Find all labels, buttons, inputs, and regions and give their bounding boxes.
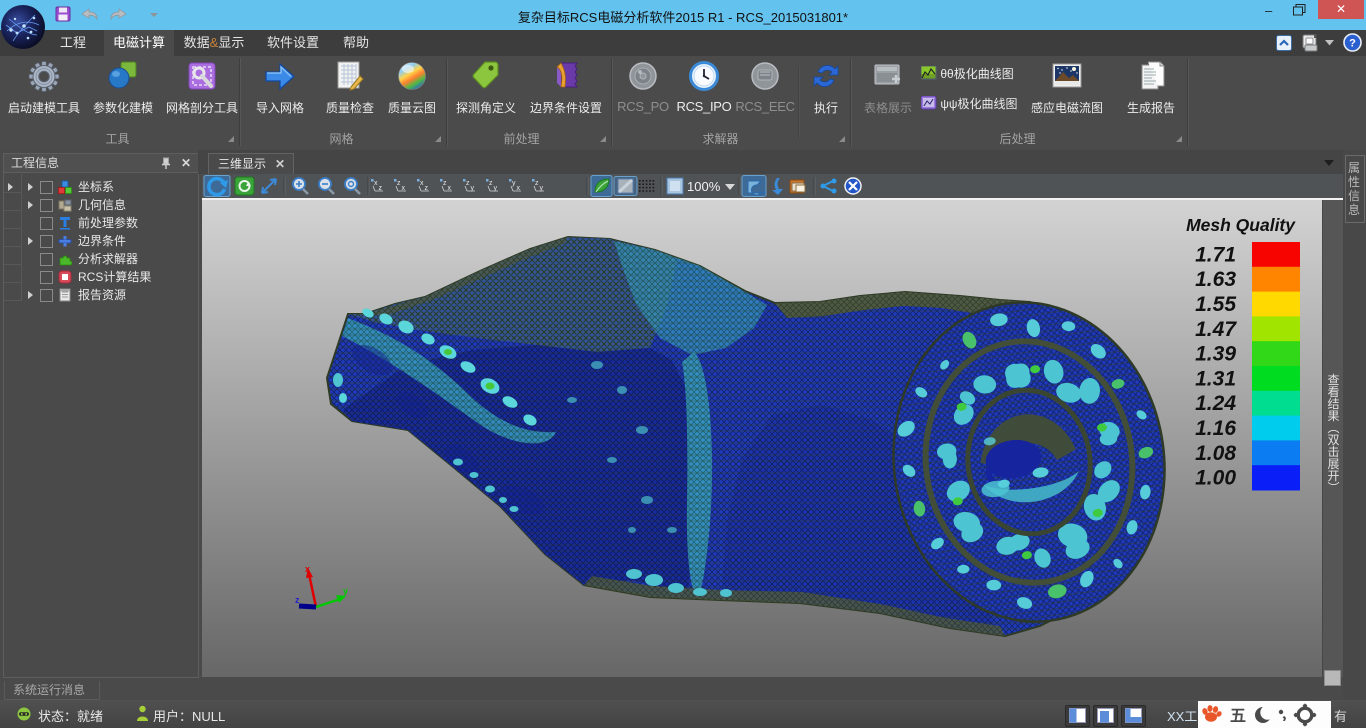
svg-text:1.31: 1.31: [1195, 367, 1236, 390]
svg-text:zy: zy: [535, 180, 544, 192]
svg-text:y: y: [343, 586, 348, 596]
svg-text:1.63: 1.63: [1195, 268, 1236, 291]
svg-text:z: z: [295, 595, 300, 605]
svg-text:1.39: 1.39: [1195, 343, 1236, 366]
svg-text:zx: zx: [397, 180, 406, 192]
svg-text:1.55: 1.55: [1195, 293, 1236, 316]
svg-text:xz: xz: [374, 180, 383, 192]
svg-text:1.24: 1.24: [1195, 392, 1236, 415]
svg-text:1.00: 1.00: [1195, 467, 1236, 490]
svg-text:100%: 100%: [687, 179, 721, 194]
svg-text:1.08: 1.08: [1195, 442, 1236, 465]
svg-text:yx: yx: [512, 180, 521, 192]
svg-text:1.16: 1.16: [1195, 417, 1236, 440]
svg-text:zx: zx: [443, 180, 452, 192]
svg-text:五: 五: [1230, 708, 1246, 725]
svg-text:x: x: [305, 564, 310, 574]
svg-text:?: ?: [1349, 38, 1356, 50]
svg-text:1.71: 1.71: [1195, 243, 1236, 266]
svg-text:zy: zy: [466, 180, 475, 192]
svg-text:zy: zy: [489, 180, 498, 192]
svg-text:1.47: 1.47: [1195, 318, 1237, 341]
svg-text:Mesh Quality: Mesh Quality: [1186, 215, 1296, 235]
svg-text:xz: xz: [420, 180, 429, 192]
